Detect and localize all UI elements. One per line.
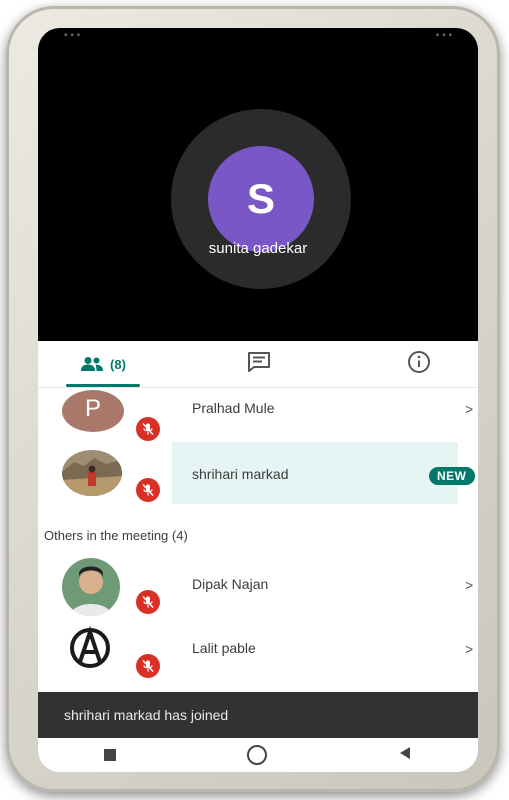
- speaker-avatar-ring: S: [171, 109, 351, 289]
- status-left-icons: ▪ ▪ ▪: [64, 29, 81, 41]
- home-icon[interactable]: [246, 745, 267, 765]
- system-nav-bar: [38, 738, 478, 772]
- participant-name: Lalit pable: [192, 640, 256, 656]
- status-right-icons: ▪ ▪ ▪: [435, 29, 452, 41]
- tab-active-indicator: [66, 384, 140, 387]
- avatar: P: [62, 390, 124, 432]
- snackbar: shrihari markad has joined: [38, 692, 478, 738]
- status-bar: ▪ ▪ ▪ ▪ ▪ ▪: [38, 28, 478, 42]
- snackbar-message: shrihari markad has joined: [64, 707, 229, 723]
- section-header: Others in the meeting (4): [44, 528, 188, 543]
- video-area[interactable]: ▪ ▪ ▪ ▪ ▪ ▪ S sunita gadekar: [38, 28, 478, 341]
- new-badge: NEW: [429, 467, 475, 485]
- chevron-right-icon[interactable]: >: [465, 641, 473, 657]
- people-icon: [80, 356, 104, 372]
- mic-off-icon: [136, 478, 160, 502]
- speaker-avatar: S: [208, 146, 314, 252]
- info-icon: [407, 350, 431, 379]
- tab-bar: (8): [38, 341, 478, 388]
- avatar: [62, 620, 118, 676]
- participant-name: Pralhad Mule: [192, 400, 275, 416]
- list-item[interactable]: Lalit pable >: [38, 620, 478, 682]
- mic-off-icon: [136, 590, 160, 614]
- people-count: (8): [110, 356, 126, 372]
- list-item[interactable]: Dipak Najan >: [38, 554, 478, 616]
- app-screen: ▪ ▪ ▪ ▪ ▪ ▪ S sunita gadekar (8) P Pralh…: [38, 28, 478, 772]
- speaker-name: sunita gadekar: [208, 240, 308, 257]
- recent-apps-icon[interactable]: [103, 749, 116, 761]
- participant-name: Dipak Najan: [192, 576, 269, 592]
- list-item[interactable]: shrihari markad NEW: [38, 442, 478, 504]
- participant-name: shrihari markad: [192, 466, 289, 482]
- tab-info[interactable]: [394, 341, 444, 387]
- chevron-right-icon[interactable]: >: [465, 401, 473, 417]
- mic-off-icon: [136, 654, 160, 678]
- chat-icon: [246, 351, 272, 378]
- tab-chat[interactable]: [234, 341, 284, 387]
- back-icon[interactable]: [398, 746, 412, 765]
- avatar: [62, 450, 122, 496]
- tab-people[interactable]: (8): [58, 341, 148, 387]
- avatar: [62, 558, 120, 616]
- mic-off-icon: [136, 417, 160, 441]
- chevron-right-icon[interactable]: >: [465, 577, 473, 593]
